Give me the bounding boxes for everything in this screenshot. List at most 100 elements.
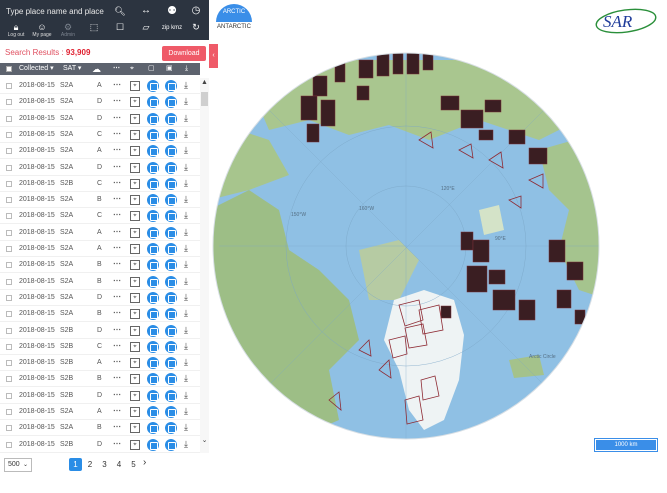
image-toggle-icon[interactable] (165, 161, 177, 174)
footprint-toggle-icon[interactable] (147, 161, 159, 174)
row-checkbox[interactable] (6, 360, 12, 367)
scroll-thumb[interactable] (201, 92, 208, 106)
more-icon[interactable]: ⋯ (113, 113, 121, 122)
more-icon[interactable]: ⋯ (113, 292, 121, 301)
download-icon[interactable]: ⤓ (184, 113, 188, 124)
more-icon[interactable]: ⋯ (113, 145, 121, 154)
download-icon[interactable]: ⤓ (184, 341, 188, 352)
refresh-button[interactable]: ↻ (182, 22, 210, 40)
image-toggle-icon[interactable] (165, 96, 177, 109)
download-icon[interactable]: ⤓ (184, 373, 188, 384)
download-button[interactable]: Download (162, 46, 206, 61)
zoom-to-icon[interactable]: ⌖ (130, 423, 140, 434)
download-icon[interactable]: ⤓ (184, 292, 188, 303)
row-checkbox[interactable] (6, 131, 12, 138)
image-toggle-icon[interactable] (165, 324, 177, 337)
download-icon[interactable]: ⤓ (184, 439, 188, 450)
more-icon[interactable]: ⋯ (113, 129, 121, 138)
row-checkbox[interactable] (6, 294, 12, 301)
download-icon[interactable]: ⤓ (184, 276, 188, 287)
image-toggle-icon[interactable] (165, 226, 177, 239)
more-icon[interactable]: ⋯ (113, 390, 121, 399)
table-row[interactable]: 2018-08-15 S2B D ⋯ ⌖ ⤓ (0, 388, 200, 404)
more-icon[interactable]: ⋯ (113, 178, 121, 187)
image-toggle-icon[interactable] (165, 177, 177, 190)
footprint-toggle-icon[interactable] (147, 145, 159, 158)
image-toggle-icon[interactable] (165, 112, 177, 125)
table-row[interactable]: 2018-08-15 S2B B ⋯ ⌖ ⤓ (0, 371, 200, 388)
table-row[interactable]: 2018-08-15 S2A A ⋯ ⌖ ⤓ (0, 225, 200, 241)
download-icon[interactable]: ⤓ (184, 422, 188, 433)
table-row[interactable]: 2018-08-15 S2B C ⋯ ⌖ ⤓ (0, 339, 200, 355)
zoom-to-icon[interactable]: ⌖ (130, 211, 140, 222)
table-row[interactable]: 2018-08-15 S2A D ⋯ ⌖ ⤓ (0, 160, 200, 176)
zoom-to-icon[interactable]: ⌖ (130, 276, 140, 287)
select-area-button[interactable]: ⬚ (80, 22, 108, 40)
download-icon[interactable]: ⤓ (184, 80, 188, 91)
image-toggle-icon[interactable] (165, 194, 177, 207)
table-row[interactable]: 2018-08-15 S2A C ⋯ ⌖ ⤓ (0, 208, 200, 225)
zoom-to-icon[interactable]: ⌖ (130, 244, 140, 254)
more-icon[interactable]: ⋯ (113, 422, 121, 431)
polygon-button[interactable]: ▱ (132, 22, 160, 40)
sat-header[interactable]: SAT ▾ (63, 63, 81, 75)
footprint-toggle-icon[interactable] (147, 80, 159, 92)
mypage-button[interactable]: ☺ My page (28, 22, 56, 40)
row-checkbox[interactable] (6, 262, 12, 269)
zoom-to-icon[interactable]: ⌖ (130, 178, 140, 189)
table-row[interactable]: 2018-08-15 S2B D ⋯ ⌖ ⤓ (0, 323, 200, 339)
row-checkbox[interactable] (6, 343, 12, 350)
more-icon[interactable]: ⋯ (113, 96, 121, 105)
row-checkbox[interactable] (6, 197, 12, 204)
footprint-toggle-icon[interactable] (147, 275, 159, 288)
download-icon[interactable]: ⤓ (184, 357, 188, 368)
footprint-toggle-icon[interactable] (147, 357, 159, 370)
zoom-to-icon[interactable]: ⌖ (130, 341, 140, 352)
more-icon[interactable]: ⋯ (113, 325, 121, 334)
table-row[interactable]: 2018-08-15 S2A A ⋯ ⌖ ⤓ (0, 143, 200, 160)
row-checkbox[interactable] (6, 213, 12, 220)
page-link[interactable]: 4 (113, 458, 126, 471)
more-icon[interactable]: ⋯ (113, 243, 121, 252)
more-icon[interactable]: ⋯ (113, 341, 121, 350)
admin-button[interactable]: ⚙ Admin (54, 22, 82, 40)
table-row[interactable]: 2018-08-15 S2A D ⋯ ⌖ ⤓ (0, 290, 200, 306)
image-toggle-icon[interactable] (165, 438, 177, 451)
row-checkbox[interactable] (6, 376, 12, 383)
image-toggle-icon[interactable] (165, 406, 177, 418)
more-icon[interactable]: ⋯ (113, 357, 121, 366)
footprint-toggle-icon[interactable] (147, 128, 159, 141)
row-checkbox[interactable] (6, 327, 12, 334)
table-row[interactable]: 2018-08-15 S2A B ⋯ ⌖ ⤓ (0, 420, 200, 437)
more-icon[interactable]: ⋯ (113, 406, 121, 415)
download-icon[interactable]: ⤓ (184, 406, 188, 417)
zoom-to-icon[interactable]: ⌖ (130, 113, 140, 124)
more-icon[interactable]: ⋯ (113, 194, 121, 203)
image-toggle-icon[interactable] (165, 145, 177, 158)
table-row[interactable]: 2018-08-15 S2A B ⋯ ⌖ ⤓ (0, 257, 200, 274)
table-row[interactable]: 2018-08-15 S2A A ⋯ ⌖ ⤓ (0, 78, 200, 94)
select-all-checkbox[interactable] (6, 66, 12, 72)
image-toggle-icon[interactable] (165, 373, 177, 386)
image-toggle-icon[interactable] (165, 210, 177, 223)
zoom-to-icon[interactable]: ⌖ (130, 227, 140, 238)
crop-button[interactable]: ☐ (106, 22, 134, 40)
download-icon[interactable]: ⤓ (184, 194, 188, 205)
table-scrollbar[interactable]: ▲ ⌄ (200, 78, 209, 453)
more-icon[interactable]: ⋯ (113, 259, 121, 268)
download-icon[interactable]: ⤓ (184, 390, 188, 401)
download-icon[interactable]: ⤓ (184, 178, 188, 189)
zoom-to-icon[interactable]: ⌖ (130, 407, 140, 417)
search-icon[interactable]: 🔍︎ (112, 3, 128, 19)
scroll-up-icon[interactable]: ▲ (200, 78, 209, 87)
row-checkbox[interactable] (6, 425, 12, 432)
collected-header[interactable]: Collected ▾ (19, 63, 54, 75)
table-row[interactable]: 2018-08-15 S2A D ⋯ ⌖ ⤓ (0, 94, 200, 111)
table-row[interactable]: 2018-08-15 S2B C ⋯ ⌖ ⤓ (0, 176, 200, 192)
page-link[interactable]: 1 (69, 458, 82, 471)
row-checkbox[interactable] (6, 180, 12, 187)
footprint-toggle-icon[interactable] (147, 422, 159, 435)
swap-arrows-icon[interactable]: ↔ (138, 3, 154, 19)
footprint-toggle-icon[interactable] (147, 324, 159, 337)
more-icon[interactable]: ⋯ (113, 210, 121, 219)
